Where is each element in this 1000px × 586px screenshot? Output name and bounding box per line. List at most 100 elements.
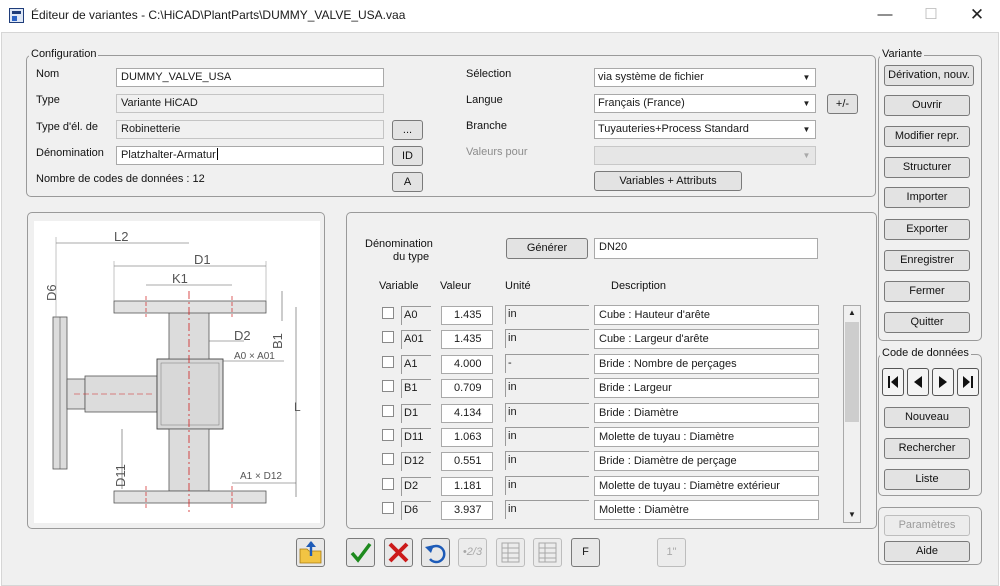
table-scrollbar[interactable]: ▲ ▼ [843,305,861,523]
description-field[interactable]: Bride : Diamètre de perçage [594,451,819,471]
value-field[interactable]: 3.937 [441,501,493,520]
table-edit-button[interactable] [533,538,562,567]
cross-icon [388,542,409,563]
scroll-up-icon[interactable]: ▲ [844,306,860,320]
parametres-button[interactable]: Paramètres [884,515,970,536]
valeurs-label: Valeurs pour [466,146,528,158]
scroll-down-icon[interactable]: ▼ [844,508,860,522]
close-button[interactable]: ✕ [954,0,1000,32]
variable-name: A01 [401,330,431,349]
row-checkbox[interactable] [382,429,394,441]
value-field[interactable]: 1.063 [441,428,493,447]
description-field[interactable]: Molette de tuyau : Diamètre extérieur [594,476,819,496]
row-checkbox[interactable] [382,478,394,490]
variables-attributs-button[interactable]: Variables + Attributs [594,171,742,191]
dim-label-d2: D2 [234,328,251,343]
row-checkbox[interactable] [382,502,394,514]
value-field[interactable]: 4.000 [441,355,493,374]
export-folder-button[interactable] [296,538,325,567]
langue-select[interactable]: Français (France) ▼ [594,94,816,113]
table-row: A1 4.000 - Bride : Nombre de perçages [347,354,878,378]
denomination-field[interactable]: Platzhalter-Armatur [116,146,384,165]
nouveau-button[interactable]: Nouveau [884,407,970,428]
type-el-field: Robinetterie [116,120,384,139]
previous-record-button[interactable] [907,368,929,396]
liste-button[interactable]: Liste [884,469,970,490]
quitter-button[interactable]: Quitter [884,312,970,333]
generer-button[interactable]: Générer [506,238,588,259]
branche-select[interactable]: Tuyauteries+Process Standard ▼ [594,120,816,139]
check-icon [350,542,372,563]
valve-drawing: L2 D1 K1 D6 D2 B1 A0 × A01 L D11 A1 × D1… [34,221,320,523]
chevron-down-icon: ▼ [802,151,811,160]
exporter-button[interactable]: Exporter [884,219,970,240]
valeurs-select[interactable]: ▼ [594,146,816,165]
minimize-button[interactable]: — [862,0,908,32]
value-field[interactable]: 1.435 [441,330,493,349]
table-row: D11 1.063 in Molette de tuyau : Diamètre [347,427,878,451]
description-field[interactable]: Molette : Diamètre [594,500,819,520]
description-field[interactable]: Bride : Diamètre [594,403,819,423]
derivation-nouv-button[interactable]: Dérivation, nouv. [884,65,974,86]
value-field[interactable]: 1.435 [441,306,493,325]
value-field[interactable]: 4.134 [441,404,493,423]
unit-cell: in [505,329,589,348]
language-toggle-button[interactable]: +/- [827,94,858,114]
header-description: Description [611,280,667,292]
importer-button[interactable]: Importer [884,187,970,208]
row-checkbox[interactable] [382,380,394,392]
modifier-repr-button[interactable]: Modifier repr. [884,126,970,147]
row-checkbox[interactable] [382,405,394,417]
denom-type-field[interactable]: DN20 [594,238,818,259]
structurer-button[interactable]: Structurer [884,157,970,178]
row-checkbox[interactable] [382,307,394,319]
dim-label-d1: D1 [194,252,211,267]
aide-button[interactable]: Aide [884,541,970,562]
ouvrir-button[interactable]: Ouvrir [884,95,970,116]
dim-label-k1: K1 [172,271,188,286]
undo-icon [425,544,446,564]
skip-first-icon [888,376,898,388]
value-field[interactable]: 0.551 [441,452,493,471]
description-field[interactable]: Bride : Largeur [594,378,819,398]
a-button[interactable]: A [392,172,423,192]
value-field[interactable]: 1.181 [441,477,493,496]
dim-label-a1-d12: A1 × D12 [240,471,282,482]
description-field[interactable]: Cube : Hauteur d'arête [594,305,819,325]
description-field[interactable]: Molette de tuyau : Diamètre [594,427,819,447]
record-navigation [882,368,979,398]
table-view-button[interactable] [496,538,525,567]
accept-button[interactable] [346,538,375,567]
scroll-thumb[interactable] [845,322,859,422]
undo-button[interactable] [421,538,450,567]
value-field[interactable]: 0.709 [441,379,493,398]
triangle-left-icon [914,376,922,388]
id-button[interactable]: ID [392,146,423,166]
row-checkbox[interactable] [382,356,394,368]
header-valeur: Valeur [440,280,471,292]
description-field[interactable]: Bride : Nombre de perçages [594,354,819,374]
unit-cell: in [505,305,589,324]
rechercher-button[interactable]: Rechercher [884,438,970,459]
row-checkbox[interactable] [382,453,394,465]
data-code-count: Nombre de codes de données : 12 [36,173,205,185]
description-field[interactable]: Cube : Largeur d'arête [594,329,819,349]
selection-select[interactable]: via système de fichier ▼ [594,68,816,87]
enregistrer-button[interactable]: Enregistrer [884,250,970,271]
maximize-button[interactable]: ☐ [908,0,954,32]
f-button[interactable]: F [571,538,600,567]
fermer-button[interactable]: Fermer [884,281,970,302]
inch-button[interactable]: 1" [657,538,686,567]
reject-button[interactable] [384,538,413,567]
next-record-button[interactable] [932,368,954,396]
last-record-button[interactable] [957,368,979,396]
fraction-button[interactable]: •2/3 [458,538,487,567]
browse-type-button[interactable]: ... [392,120,423,140]
nom-field[interactable]: DUMMY_VALVE_USA [116,68,384,87]
branche-value: Tuyauteries+Process Standard [598,123,749,135]
langue-label: Langue [466,94,503,106]
dim-label-d6: D6 [44,284,59,301]
window-title: Éditeur de variantes - C:\HiCAD\PlantPar… [31,8,406,22]
first-record-button[interactable] [882,368,904,396]
row-checkbox[interactable] [382,331,394,343]
